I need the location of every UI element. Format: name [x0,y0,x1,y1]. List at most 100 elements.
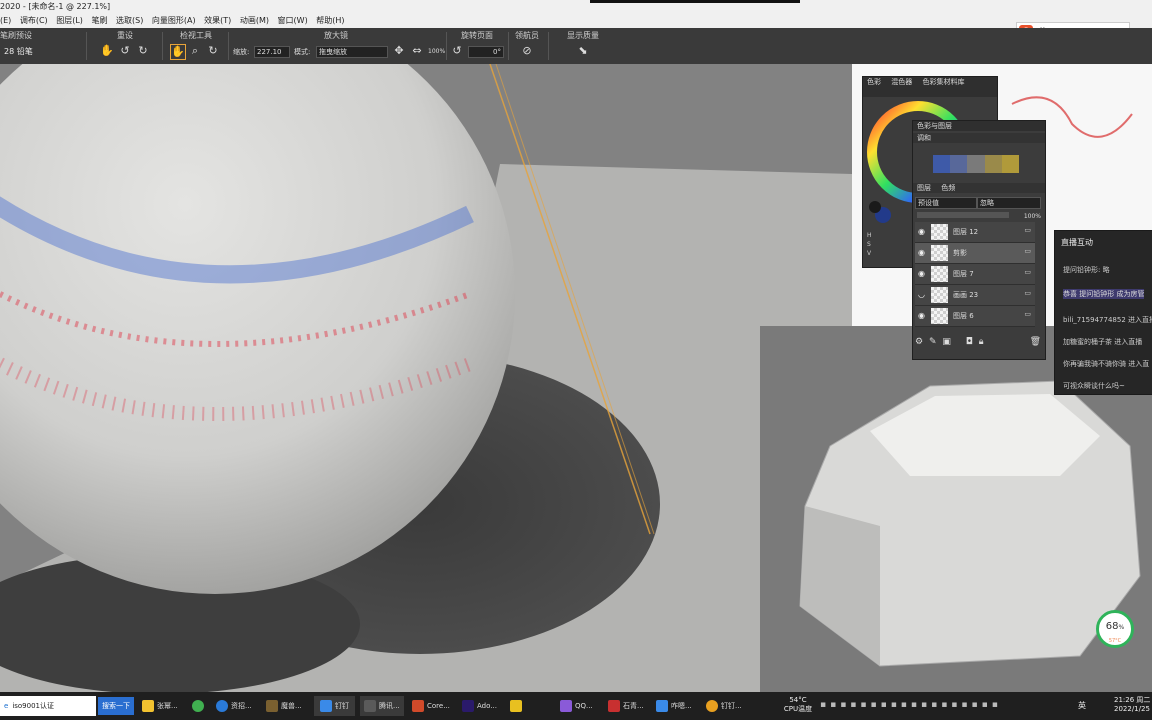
harmony-swatch[interactable] [984,155,1002,173]
harmony-swatch[interactable] [967,155,985,173]
visibility-eye-icon[interactable]: ◉ [918,248,928,258]
menu-vector[interactable]: 向量图形(A) [152,16,196,25]
dingtalk-icon [706,700,718,712]
layer-mask-icon[interactable]: ◘ [966,337,973,347]
taskbar-item[interactable] [510,696,525,716]
display-quality-icon[interactable]: ⬊ [576,44,590,58]
layer-lock-icon[interactable]: ▭ [1024,226,1031,234]
harmony-swatch[interactable] [1001,155,1020,173]
rotation-input[interactable]: 0° [468,46,504,58]
harmony-swatch[interactable] [950,155,968,173]
visibility-eye-icon[interactable]: ◉ [918,269,928,279]
cpu-temp-label: CPU温度 [783,705,813,713]
layer-name[interactable]: 画画 23 [953,290,978,300]
layer-row-selected[interactable]: ◉ 剪影 ▭ [915,243,1035,264]
fit-width-icon[interactable]: ⇔ [410,44,424,58]
taskbar-item-active[interactable]: 钉钉 [314,696,355,716]
visibility-eye-icon[interactable]: ◉ [918,227,928,237]
zoom-input[interactable]: 227.10 [254,46,290,58]
view-tools-label: 检视工具 [180,31,212,40]
actual-size-button[interactable]: 100% [428,48,445,55]
layer-row[interactable]: ◉ 图层 12 ▭ [915,222,1035,243]
taskbar-item[interactable]: 钉钉... [706,696,742,716]
drawing-canvas[interactable] [0,64,852,692]
menu-select[interactable]: 选取(S) [116,16,143,25]
menu-animation[interactable]: 动画(M) [240,16,269,25]
new-group-icon[interactable]: ▣ [942,337,951,347]
taskbar-item[interactable]: 资招... [216,696,252,716]
hidden-eye-icon[interactable]: ◡ [918,290,928,300]
taskbar-item[interactable]: 魔兽... [266,696,302,716]
layer-lock-icon[interactable]: ▭ [1024,289,1031,297]
cpu-usage-gauge[interactable]: 68% 57°C [1096,610,1134,648]
lock-icon[interactable]: 🔒︎ [979,337,984,347]
blend-mode-select[interactable]: 预设值 [915,197,977,209]
menu-bar: (E) 调布(C) 图层(L) 笔刷 选取(S) 向量图形(A) 效果(T) 动… [0,14,1152,28]
layer-name[interactable]: 图层 7 [953,269,974,279]
app-icon [192,700,204,712]
cpu-temp-widget[interactable]: 54°C CPU温度 [780,696,816,714]
zoom-mode-select[interactable]: 拖曳缩放 [316,46,388,58]
tab-mixer[interactable]: 混色器 [891,78,912,86]
menu-window[interactable]: 窗口(W) [278,16,308,25]
layer-row[interactable]: ◡ 画画 23 ▭ [915,285,1035,306]
menu-edit[interactable]: (E) [0,16,11,25]
color-layers-panel: 色彩与图层 调和 图层 色频 预设值 忽略 100% ◉ 图层 12 ▭ ◉ 剪影… [912,120,1046,360]
fit-screen-icon[interactable]: ✥ [392,44,406,58]
rotate-reset-icon[interactable]: ↺ [450,44,464,58]
layer-name[interactable]: 图层 6 [953,311,974,321]
taskbar-item[interactable] [192,696,207,716]
tab-layers[interactable]: 图层 [917,184,931,192]
menu-help[interactable]: 帮助(H) [316,16,344,25]
harmony-header: 调和 [913,133,1045,143]
taskbar-item[interactable]: 咋嗯... [656,696,692,716]
tab-color-sets[interactable]: 色彩集材料库 [922,78,964,86]
taskbar-item[interactable]: Ado... [462,696,497,716]
layer-lock-icon[interactable]: ▭ [1024,247,1031,255]
rotate-page-icon[interactable]: ↻ [206,44,220,58]
grabber-tool-icon[interactable]: ✋ [170,44,186,60]
reset-group: 重设 ✋ ↺ ↻ [95,28,155,64]
system-tray-icons[interactable]: ▪▪▪▪▪▪▪▪▪▪▪▪▪▪▪▪▪▪ [820,700,1070,714]
harmony-swatch[interactable] [933,155,951,173]
brush-preset-value[interactable]: 28 铅笔 [4,46,33,57]
tab-channels[interactable]: 色频 [941,184,955,192]
navigator-icon[interactable]: ⊘ [520,44,534,58]
reset-rotation-icon[interactable]: ↺ [118,44,132,58]
visibility-eye-icon[interactable]: ◉ [918,311,928,321]
menu-brush[interactable]: 笔刷 [91,16,107,25]
opacity-value[interactable]: 100% [1024,213,1041,220]
layer-lock-icon[interactable]: ▭ [1024,310,1031,318]
taskbar-item[interactable]: 石青... [608,696,644,716]
hand-icon[interactable]: ✋ [100,44,114,58]
taskbar-item[interactable]: Core... [412,696,450,716]
brush-preset-group: 笔刷预设 28 铅笔 [0,28,80,64]
taskbar-item-active[interactable]: 腾讯... [360,696,404,716]
reset-icon[interactable]: ↻ [136,44,150,58]
secondary-color-swatch[interactable] [869,201,881,213]
layer-row[interactable]: ◉ 图层 6 ▭ [915,306,1035,327]
tab-color[interactable]: 色彩 [867,78,881,86]
composite-select[interactable]: 忽略 [977,197,1041,209]
search-button[interactable]: 搜索一下 [98,697,134,715]
taskbar-search-input[interactable]: e iso9001认证 [0,696,96,716]
search-text[interactable]: iso9001认证 [12,702,54,710]
taskbar-item[interactable]: QQ... [560,696,593,716]
opacity-slider[interactable] [917,212,1009,218]
layer-lock-icon[interactable]: ▭ [1024,268,1031,276]
menu-effects[interactable]: 效果(T) [204,16,231,25]
magnifier-icon[interactable]: ⌕ [188,44,202,58]
menu-layer[interactable]: 图层(L) [56,16,83,25]
layer-brush-icon[interactable]: ✎ [929,337,937,347]
layer-name[interactable]: 剪影 [953,248,967,258]
taskbar-item[interactable]: 张幂... [142,696,178,716]
menu-canvas[interactable]: 调布(C) [20,16,48,25]
clock[interactable]: 21:26 周二 2022/1/25 [1114,696,1152,714]
harmony-swatches[interactable] [933,155,1020,173]
input-language[interactable]: 英 [1078,700,1086,711]
layer-name[interactable]: 图层 12 [953,227,978,237]
trash-icon[interactable]: 🗑︎ [1030,337,1041,347]
layer-options-icon[interactable]: ⚙ [915,337,923,347]
layer-row[interactable]: ◉ 图层 7 ▭ [915,264,1035,285]
app-icon [608,700,620,712]
